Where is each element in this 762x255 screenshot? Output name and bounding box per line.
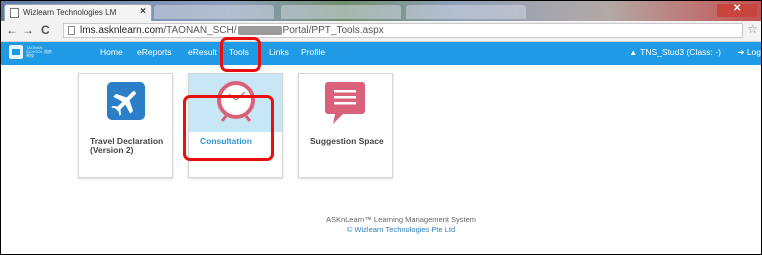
browser-tab-blurred[interactable] xyxy=(281,5,401,19)
back-arrow-icon[interactable]: ← xyxy=(6,23,18,37)
browser-tab-blurred[interactable] xyxy=(406,5,526,19)
logout-link[interactable]: ➔ Log xyxy=(737,47,761,57)
tab-title: Wizlearn Technologies LM xyxy=(23,8,117,17)
tab-strip: Wizlearn Technologies LM × ✕ xyxy=(1,1,761,21)
page-favicon-icon xyxy=(10,8,19,18)
nav-links[interactable]: Links xyxy=(269,47,289,57)
nav-profile[interactable]: Profile xyxy=(301,47,325,57)
browser-tab-blurred[interactable] xyxy=(154,5,274,19)
logout-icon: ➔ xyxy=(737,47,747,57)
window-close-icon[interactable]: ✕ xyxy=(722,3,752,15)
footer-copyright: © Wizlearn Technologies Pte Ltd xyxy=(346,225,456,234)
main-content: Travel Declaration (Version 2) Consultat… xyxy=(1,65,761,254)
nav-ereports[interactable]: eReports xyxy=(137,47,172,57)
card-image xyxy=(299,74,392,132)
airplane-icon xyxy=(107,82,145,120)
card-image xyxy=(79,74,172,132)
user-icon: ▲ xyxy=(629,48,638,57)
user-area: ▲ TNS_Stud3 (Class: -) ➔ Log xyxy=(629,47,761,58)
bookmark-star-icon[interactable]: ☆ xyxy=(747,22,758,36)
card-label: Suggestion Space xyxy=(310,136,384,146)
school-logo-text: TAONAN SCHOOL 道南學校 xyxy=(26,45,52,58)
forward-arrow-icon[interactable]: → xyxy=(22,23,34,37)
tool-card-travel-declaration[interactable]: Travel Declaration (Version 2) xyxy=(78,73,173,178)
reload-icon[interactable]: C xyxy=(41,23,50,37)
tab-close-icon[interactable]: × xyxy=(140,6,146,17)
user-label[interactable]: TNS_Stud3 (Class: -) xyxy=(640,47,721,57)
url-text: lms.asknlearn.com/TAONAN_SCH/Portal/PPT_… xyxy=(80,25,384,36)
highlight-consultation xyxy=(183,95,274,161)
school-logo[interactable]: TAONAN SCHOOL 道南學校 xyxy=(9,45,52,61)
page-icon xyxy=(68,26,75,35)
nav-home[interactable]: Home xyxy=(100,47,123,57)
url-field[interactable]: lms.asknlearn.com/TAONAN_SCH/Portal/PPT_… xyxy=(63,23,743,38)
footer-system-name: ASKnLearn™ Learning Management System xyxy=(325,215,477,224)
card-label: Travel Declaration (Version 2) xyxy=(90,136,164,155)
app-navbar: TAONAN SCHOOL 道南學校 Home eReports eResult… xyxy=(1,42,761,65)
browser-window: Wizlearn Technologies LM × ✕ ← → C lms.a… xyxy=(0,0,762,255)
school-logo-icon xyxy=(9,45,23,59)
highlight-tools xyxy=(220,37,261,72)
window-controls[interactable]: ✕ xyxy=(717,3,757,17)
nav-eresult[interactable]: eResult xyxy=(188,47,217,57)
speech-bubble-icon xyxy=(325,82,365,124)
tool-card-suggestion-space[interactable]: Suggestion Space xyxy=(298,73,393,178)
redacted-url-segment xyxy=(237,25,282,35)
browser-tab-active[interactable]: Wizlearn Technologies LM × xyxy=(4,4,152,21)
address-bar-row: ← → C lms.asknlearn.com/TAONAN_SCH/Porta… xyxy=(1,21,761,42)
